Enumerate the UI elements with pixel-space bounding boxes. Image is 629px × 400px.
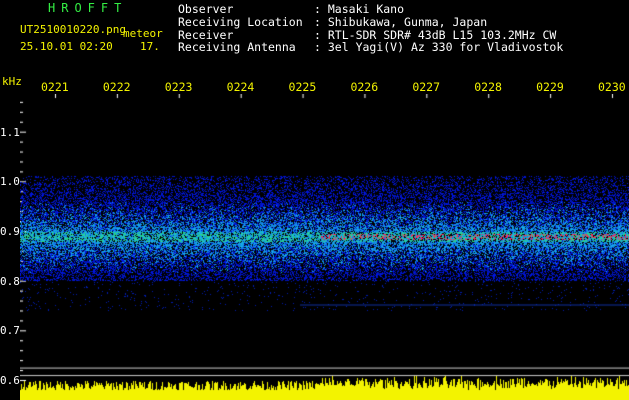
antenna-value: : 3el Yagi(V) Az 330 for Vladivostok <box>314 40 564 54</box>
time-tick-label: 0221 <box>41 80 69 94</box>
frequency-tick-label: 1.1 <box>0 125 20 139</box>
observer-value: : Masaki Kano <box>314 2 405 16</box>
frequency-tick-label: 0.6 <box>0 374 20 387</box>
frequency-tick-label: 1.0 <box>0 175 20 189</box>
meteor-count: 17. <box>140 40 160 53</box>
time-tick-label: 0227 <box>412 80 441 94</box>
frequency-tick-label: 0.8 <box>0 274 20 288</box>
time-tick-label: 0229 <box>536 80 564 94</box>
time-tick-label: 0226 <box>350 80 379 94</box>
frequency-unit-label: kHz <box>2 75 22 88</box>
app-brand: HROFFT <box>48 1 128 15</box>
date-time: 25.10.01 02:20 <box>20 40 113 53</box>
location-value: : Shibukawa, Gunma, Japan <box>314 15 488 29</box>
time-tick-label: 0223 <box>164 80 193 94</box>
antenna-label: Receiving Antenna <box>178 40 296 54</box>
time-tick-label: 0224 <box>226 80 255 94</box>
time-tick-label: 0225 <box>288 80 317 94</box>
frequency-tick-label: 0.7 <box>0 324 20 338</box>
time-tick-label: 0230 <box>598 80 626 94</box>
spectrogram-plot <box>20 94 629 400</box>
time-tick-label: 0228 <box>474 80 502 94</box>
file-name: UT2510010220.png <box>20 23 126 36</box>
time-tick-label: 0222 <box>102 80 131 94</box>
frequency-tick-label: 0.9 <box>0 225 20 238</box>
location-label: Receiving Location <box>178 15 303 29</box>
meteor-label: meteor <box>123 27 163 40</box>
observer-label: Observer <box>178 2 234 16</box>
